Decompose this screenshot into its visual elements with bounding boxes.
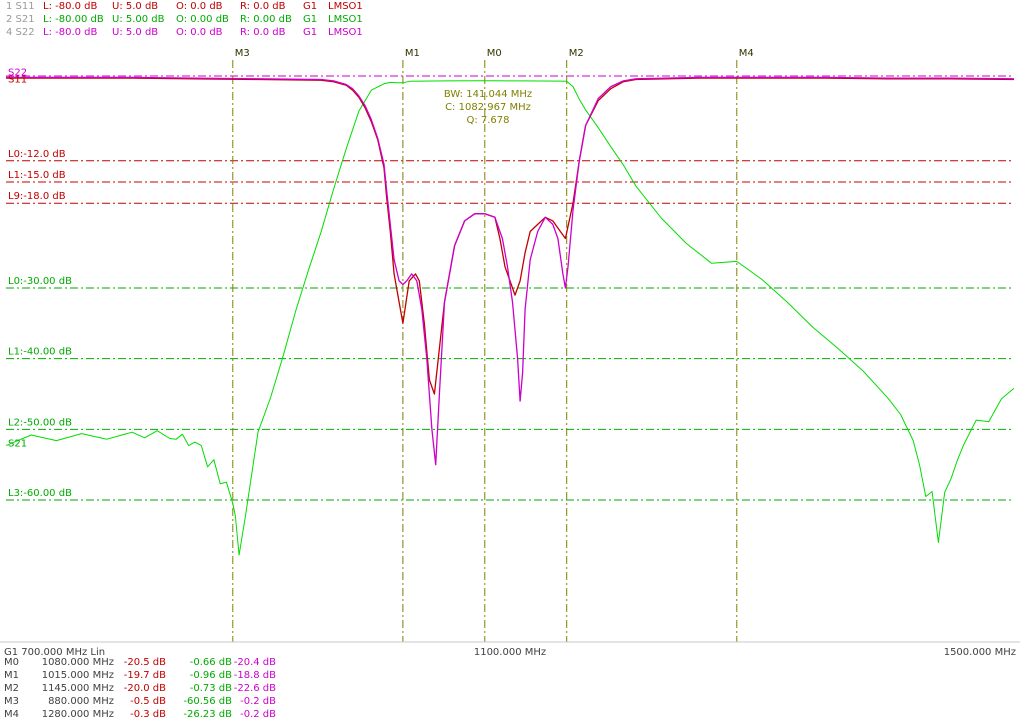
limit-line-label: L2:-50.00 dB xyxy=(8,417,72,428)
x-stop-label: 1500.000 MHz xyxy=(944,647,1016,658)
marker-s22: -22.6 dB xyxy=(233,683,276,694)
limit-line-label: L3:-60.00 dB xyxy=(8,488,72,499)
marker-s21: -26.23 dB xyxy=(183,709,232,720)
bandwidth-label: BW: 141.044 MHz xyxy=(444,89,532,100)
trace-s21 xyxy=(5,80,1015,556)
marker-s11: -0.5 dB xyxy=(130,696,166,707)
marker-s21: -0.96 dB xyxy=(189,670,232,681)
marker-s21: -60.56 dB xyxy=(183,696,232,707)
marker-s11: -19.7 dB xyxy=(123,670,166,681)
marker-s22: -20.4 dB xyxy=(233,657,276,668)
marker-s21: -0.73 dB xyxy=(189,683,232,694)
marker-s11: -0.3 dB xyxy=(130,709,166,720)
limit-line-label: L9:-18.0 dB xyxy=(8,191,66,202)
marker-label: M1 xyxy=(405,48,420,59)
q-factor-label: Q: 7.678 xyxy=(466,115,509,126)
center-frequency-label: C: 1082.967 MHz xyxy=(445,102,531,113)
marker-freq: 1080.000 MHz xyxy=(41,657,114,668)
trace-label: S11 xyxy=(8,75,27,86)
marker-label: M2 xyxy=(569,48,584,59)
marker-s22: -18.8 dB xyxy=(233,670,276,681)
marker-s22: -0.2 dB xyxy=(240,709,276,720)
limit-line-label: L1:-40.00 dB xyxy=(8,347,72,358)
marker-freq: 880.000 MHz xyxy=(48,696,114,707)
limit-line-label: L0:-30.00 dB xyxy=(8,276,72,287)
x-center-label: 1100.000 MHz xyxy=(474,647,546,658)
marker-freq: 1145.000 MHz xyxy=(41,683,114,694)
limit-line-label: L0:-12.0 dB xyxy=(8,149,66,160)
marker-label: M3 xyxy=(235,48,250,59)
marker-freq: 1280.000 MHz xyxy=(41,709,114,720)
trace-s22 xyxy=(6,76,1015,466)
sparameter-plot[interactable]: L0:-12.0 dB L1:-15.0 dB L9:-18.0 dB L0:-30.… xyxy=(0,0,1020,726)
marker-s11: -20.5 dB xyxy=(123,657,166,668)
trace-s11 xyxy=(6,77,1015,395)
marker-freq: 1015.000 MHz xyxy=(41,670,114,681)
marker-label: M0 xyxy=(487,48,502,59)
marker-s11: -20.0 dB xyxy=(123,683,166,694)
trace-label: S21 xyxy=(8,438,27,449)
marker-s22: -0.2 dB xyxy=(240,696,276,707)
marker-label: M4 xyxy=(739,48,754,59)
marker-s21: -0.66 dB xyxy=(189,657,232,668)
limit-line-label: L1:-15.0 dB xyxy=(8,170,66,181)
